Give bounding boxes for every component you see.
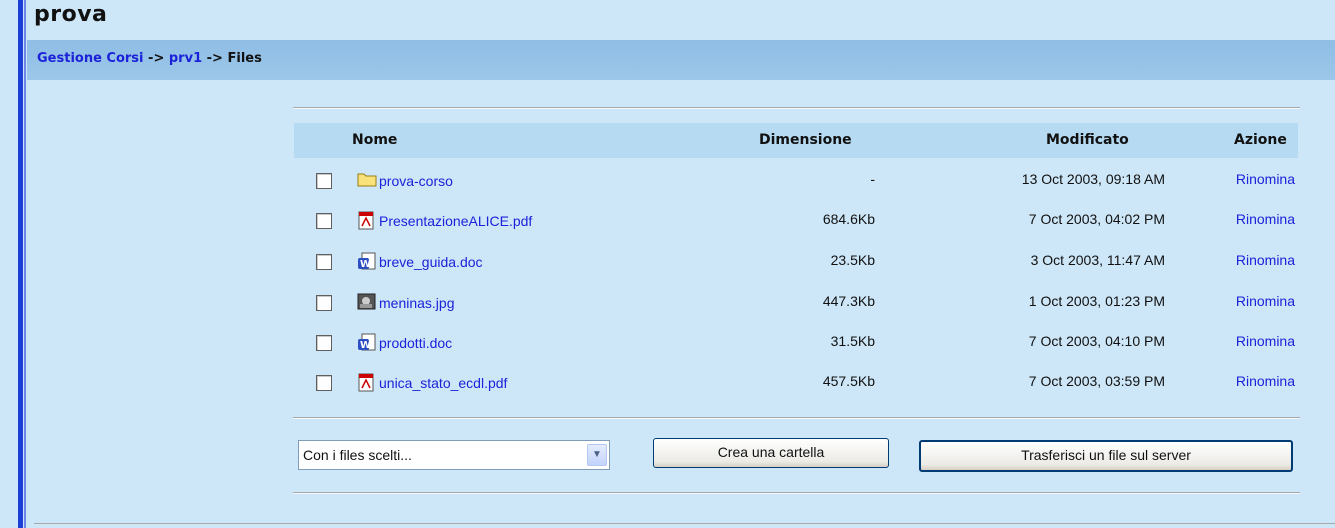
row-checkbox[interactable] — [316, 173, 332, 189]
row-checkbox[interactable] — [316, 254, 332, 270]
file-size: 684.6Kb — [822, 211, 875, 227]
breadcrumb-current: Files — [227, 51, 262, 66]
page-title: prova — [34, 2, 108, 27]
breadcrumb-link-course[interactable]: prv1 — [169, 51, 202, 66]
table-header: Nome Dimensione Modificato Azione — [294, 123, 1298, 158]
divider-bottom — [34, 523, 1335, 524]
column-header-modified: Modificato — [1046, 132, 1129, 148]
column-header-name: Nome — [352, 132, 398, 148]
folder-icon — [357, 171, 377, 189]
bulk-action-select[interactable]: Con i files scelti... ▼ — [298, 440, 610, 470]
create-folder-button[interactable]: Crea una cartella — [653, 438, 889, 468]
select-value: Con i files scelti... — [303, 447, 412, 463]
file-name-link[interactable]: meninas.jpg — [379, 295, 455, 311]
column-header-action: Azione — [1234, 132, 1287, 148]
file-modified-date: 7 Oct 2003, 04:02 PM — [1028, 211, 1165, 227]
file-name-link[interactable]: PresentazioneALICE.pdf — [379, 213, 532, 229]
file-name-link[interactable]: breve_guida.doc — [379, 254, 483, 270]
row-checkbox[interactable] — [316, 213, 332, 229]
upload-file-button[interactable]: Trasferisci un file sul server — [919, 440, 1293, 472]
table-row: meninas.jpg 447.3Kb 1 Oct 2003, 01:23 PM Ri… — [294, 284, 1298, 324]
divider-top — [293, 107, 1300, 109]
file-name-link[interactable]: unica_stato_ecdl.pdf — [379, 375, 507, 391]
table-row: PresentazioneALICE.pdf 684.6Kb 7 Oct 2003,… — [294, 202, 1298, 242]
rename-link[interactable]: Rinomina — [1236, 171, 1295, 187]
file-name-link[interactable]: prodotti.doc — [379, 335, 452, 351]
chevron-down-icon[interactable]: ▼ — [587, 444, 607, 466]
file-modified-date: 13 Oct 2003, 09:18 AM — [1021, 171, 1165, 187]
file-size: 23.5Kb — [830, 252, 875, 268]
file-size: 31.5Kb — [830, 333, 875, 349]
pdf-icon — [357, 373, 377, 392]
table-row: unica_stato_ecdl.pdf 457.5Kb 7 Oct 2003, 0… — [294, 364, 1298, 404]
table-row: Wbreve_guida.doc 23.5Kb 3 Oct 2003, 11:47 … — [294, 243, 1298, 283]
breadcrumb-link-gestione-corsi[interactable]: Gestione Corsi — [37, 51, 144, 66]
rename-link[interactable]: Rinomina — [1236, 293, 1295, 309]
rename-link[interactable]: Rinomina — [1236, 211, 1295, 227]
divider-lower — [293, 492, 1300, 494]
breadcrumb-separator: -> — [148, 51, 165, 66]
row-checkbox[interactable] — [316, 335, 332, 351]
row-checkbox[interactable] — [316, 295, 332, 311]
file-size: - — [870, 171, 875, 187]
file-modified-date: 3 Oct 2003, 11:47 AM — [1030, 252, 1165, 268]
word-doc-icon: W — [357, 333, 377, 351]
column-header-size: Dimensione — [759, 132, 852, 148]
left-border — [18, 0, 23, 528]
svg-text:W: W — [360, 340, 371, 351]
image-icon — [357, 293, 377, 311]
svg-text:W: W — [360, 259, 371, 270]
file-modified-date: 7 Oct 2003, 04:10 PM — [1028, 333, 1165, 349]
rename-link[interactable]: Rinomina — [1236, 373, 1295, 389]
file-size: 447.3Kb — [822, 293, 875, 309]
table-row: Wprodotti.doc 31.5Kb 7 Oct 2003, 04:10 PM R… — [294, 324, 1298, 364]
file-size: 457.5Kb — [822, 373, 875, 389]
divider-middle — [293, 417, 1300, 419]
breadcrumb: Gestione Corsi -> prv1 -> Files — [37, 51, 262, 66]
pdf-icon — [357, 211, 377, 230]
word-doc-icon: W — [357, 252, 377, 270]
file-modified-date: 7 Oct 2003, 03:59 PM — [1028, 373, 1165, 389]
file-modified-date: 1 Oct 2003, 01:23 PM — [1028, 293, 1165, 309]
file-name-link[interactable]: prova-corso — [379, 173, 453, 189]
table-row: prova-corso - 13 Oct 2003, 09:18 AM Rinomin… — [294, 162, 1298, 202]
rename-link[interactable]: Rinomina — [1236, 333, 1295, 349]
breadcrumb-separator: -> — [206, 51, 223, 66]
left-border-shade — [24, 0, 26, 528]
row-checkbox[interactable] — [316, 375, 332, 391]
rename-link[interactable]: Rinomina — [1236, 252, 1295, 268]
